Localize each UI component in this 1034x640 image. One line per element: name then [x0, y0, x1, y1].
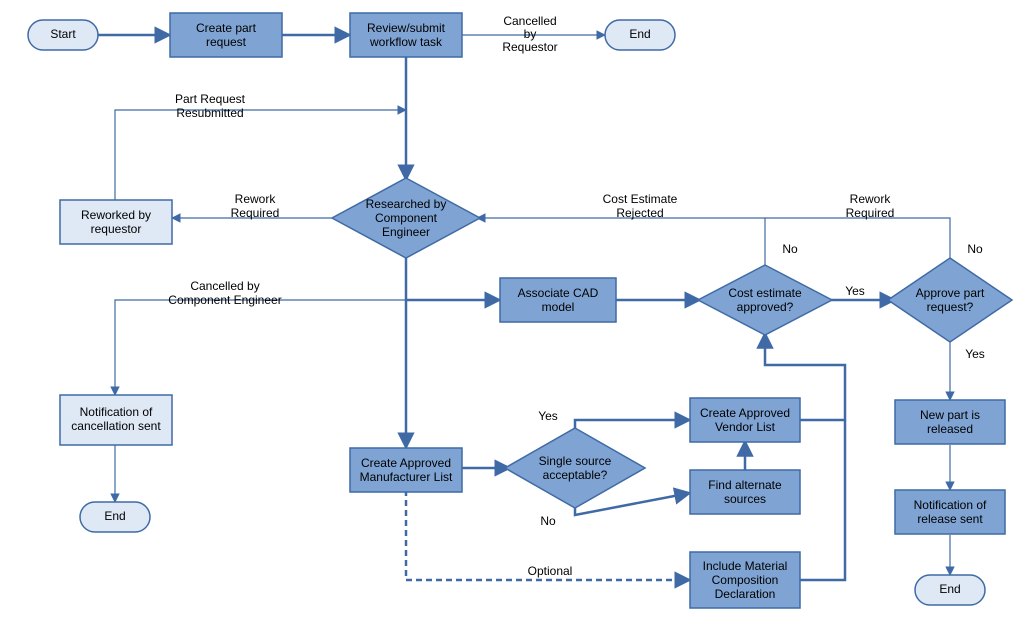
create-aml-l2: Manufacturer List — [360, 470, 453, 484]
lbl-cancel-ce-1: Cancelled by — [190, 279, 259, 293]
new-part-node: New part is released — [895, 400, 1005, 444]
lbl-cancel-req-3: Requestor — [502, 40, 557, 54]
lbl-rework-right-2: Required — [846, 206, 895, 220]
create-request-node: Create part request — [170, 13, 282, 57]
single-source-l1: Single source — [539, 454, 612, 468]
lbl-yes-cost: Yes — [845, 284, 865, 298]
single-source-node: Single source acceptable? — [505, 428, 645, 508]
end-top-label: End — [629, 27, 650, 41]
reworked-l1: Reworked by — [81, 208, 151, 222]
lbl-yes-appr: Yes — [965, 347, 985, 361]
create-avl-node: Create Approved Vendor List — [690, 398, 800, 442]
new-part-l2: released — [927, 422, 973, 436]
end-release-label: End — [939, 582, 960, 596]
material-decl-l3: Declaration — [715, 587, 776, 601]
lbl-rework-left-2: Required — [231, 206, 280, 220]
edge-material-join — [800, 420, 845, 580]
cost-approved-l1: Cost estimate — [728, 286, 802, 300]
create-aml-node: Create Approved Manufacturer List — [350, 448, 462, 492]
notify-release-node: Notification of release sent — [895, 490, 1005, 534]
edge-single-yes-avl — [575, 420, 690, 430]
alt-sources-node: Find alternate sources — [690, 470, 800, 514]
create-avl-l2: Vendor List — [715, 420, 776, 434]
end-cancel-label: End — [104, 509, 125, 523]
lbl-cancel-req-2: by — [524, 27, 537, 41]
edge-rework-review — [115, 110, 406, 200]
alt-sources-l2: sources — [724, 492, 766, 506]
create-avl-l1: Create Approved — [700, 406, 790, 420]
new-part-l1: New part is — [920, 408, 980, 422]
researched-l2: Component — [375, 211, 438, 225]
reworked-node: Reworked by requestor — [60, 200, 172, 244]
edge-cancel-ce — [115, 300, 406, 395]
lbl-cost-rej-2: Rejected — [616, 206, 663, 220]
approve-part-l1: Approve part — [916, 286, 985, 300]
create-aml-l1: Create Approved — [361, 456, 451, 470]
start-node: Start — [28, 20, 98, 50]
start-label: Start — [50, 27, 76, 41]
lbl-cancel-ce-2: Component Engineer — [168, 293, 281, 307]
associate-cad-l1: Associate CAD — [518, 286, 599, 300]
material-decl-node: Include Material Composition Declaration — [690, 552, 800, 608]
reworked-l2: requestor — [91, 222, 142, 236]
create-request-l1: Create part — [196, 21, 257, 35]
material-decl-l2: Composition — [712, 573, 779, 587]
review-submit-l1: Review/submit — [367, 21, 446, 35]
end-top-node: End — [605, 20, 675, 50]
lbl-no-appr: No — [967, 242, 983, 256]
lbl-cancel-req-1: Cancelled — [503, 14, 556, 28]
alt-sources-l1: Find alternate — [708, 478, 782, 492]
lbl-resubmit-1: Part Request — [175, 92, 246, 106]
end-cancel-node: End — [80, 502, 150, 532]
lbl-no-cost: No — [782, 242, 798, 256]
associate-cad-node: Associate CAD model — [500, 278, 616, 322]
lbl-cost-rej-1: Cost Estimate — [603, 192, 678, 206]
notify-cancel-l2: cancellation sent — [71, 419, 161, 433]
approve-part-l2: request? — [927, 300, 974, 314]
cost-approved-l2: approved? — [737, 300, 794, 314]
lbl-single-no: No — [540, 514, 556, 528]
researched-l1: Researched by — [366, 197, 447, 211]
end-release-node: End — [915, 575, 985, 605]
researched-node: Researched by Component Engineer — [332, 178, 480, 258]
lbl-rework-left-1: Rework — [235, 192, 277, 206]
researched-l3: Engineer — [382, 225, 430, 239]
notify-release-l1: Notification of — [914, 498, 987, 512]
notify-cancel-l1: Notification of — [80, 405, 153, 419]
approve-part-node: Approve part request? — [888, 258, 1012, 342]
lbl-rework-right-1: Rework — [850, 192, 892, 206]
associate-cad-l2: model — [542, 300, 575, 314]
notify-cancel-node: Notification of cancellation sent — [60, 395, 172, 445]
review-submit-l2: workflow task — [369, 35, 443, 49]
edge-cost-reject — [477, 218, 765, 268]
lbl-optional: Optional — [528, 564, 573, 578]
lbl-single-yes: Yes — [538, 409, 558, 423]
single-source-l2: acceptable? — [543, 468, 608, 482]
create-request-l2: request — [206, 35, 247, 49]
lbl-resubmit-2: Resubmitted — [176, 106, 243, 120]
cost-approved-node: Cost estimate approved? — [698, 265, 832, 335]
review-submit-node: Review/submit workflow task — [350, 13, 462, 57]
material-decl-l1: Include Material — [703, 559, 788, 573]
notify-release-l2: release sent — [917, 512, 983, 526]
